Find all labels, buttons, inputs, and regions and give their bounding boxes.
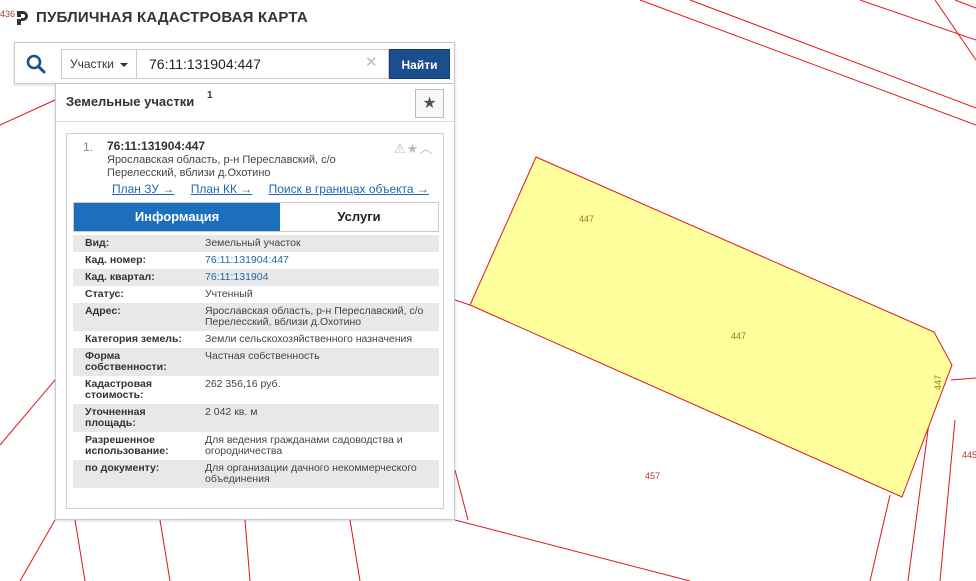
attribute-value: Ярославская область, р-н Переславский, с… xyxy=(193,303,439,331)
attribute-key: Вид: xyxy=(73,235,193,252)
attribute-row: Уточненная площадь: 2 042 кв. м xyxy=(73,404,439,432)
plan-kk-link[interactable]: План КК → xyxy=(191,182,253,196)
card-actions: ⚠★︿ xyxy=(394,138,433,157)
object-type-label: Участки xyxy=(70,57,114,71)
close-icon[interactable]: ✕ xyxy=(365,55,378,71)
parcel-label: 445 xyxy=(962,450,976,460)
attribute-key: Адрес: xyxy=(73,303,193,331)
selected-parcel xyxy=(469,156,953,498)
attribute-value[interactable]: 76:11:131904 xyxy=(193,269,439,286)
parcel-label: 447 xyxy=(731,331,746,341)
attribute-value: 262 356,16 руб. xyxy=(193,376,439,404)
search-bar: Участки ✕ Найти xyxy=(14,42,455,84)
chevron-up-icon[interactable]: ︿ xyxy=(419,141,433,156)
panel-header: Земельные участки 1 ★ xyxy=(56,84,454,122)
attribute-row: Вид: Земельный участок xyxy=(73,235,439,252)
result-cad-number[interactable]: 76:11:131904:447 xyxy=(107,139,205,153)
panel-title: Земельные участки xyxy=(66,94,195,109)
caret-down-icon xyxy=(120,63,128,67)
result-tabs: Информация Услуги xyxy=(73,202,439,232)
tab-info[interactable]: Информация xyxy=(74,203,280,231)
attribute-row: Категория земель: Земли сельскохозяйствен… xyxy=(73,331,439,348)
favorites-button[interactable]: ★ xyxy=(415,89,444,118)
attribute-row: Адрес: Ярославская область, р-н Переславс… xyxy=(73,303,439,331)
attribute-value: Для организации дачного некоммерческого … xyxy=(193,460,439,488)
attribute-key: Кад. номер: xyxy=(73,252,193,269)
attribute-row: Разрешенное использование: Для ведения гр… xyxy=(73,432,439,460)
attribute-key: Уточненная площадь: xyxy=(73,404,193,432)
object-type-select[interactable]: Участки xyxy=(61,49,137,79)
attribute-key: Кадастровая стоимость: xyxy=(73,376,193,404)
attribute-value: Земельный участок xyxy=(193,235,439,252)
attribute-key: Форма собственности: xyxy=(73,348,193,376)
card-links: План ЗУ → План КК → Поиск в границах объ… xyxy=(112,182,442,196)
attribute-value: Частная собственность xyxy=(193,348,439,376)
attribute-value: 2 042 кв. м xyxy=(193,404,439,432)
search-in-bounds-link[interactable]: Поиск в границах объекта → xyxy=(269,182,429,196)
star-icon[interactable]: ★ xyxy=(407,141,420,156)
attribute-key: Кад. квартал: xyxy=(73,269,193,286)
attribute-row: Кад. квартал: 76:11:131904 xyxy=(73,269,439,286)
results-count: 1 xyxy=(207,90,213,101)
results-panel: Земельные участки 1 ★ 1. 76:11:131904:44… xyxy=(55,84,455,520)
attribute-value: Учтенный xyxy=(193,286,439,303)
star-icon: ★ xyxy=(422,95,437,112)
attribute-row: Кад. номер: 76:11:131904:447 xyxy=(73,252,439,269)
attribute-key: Категория земель: xyxy=(73,331,193,348)
attribute-key: Статус: xyxy=(73,286,193,303)
warning-icon[interactable]: ⚠ xyxy=(394,141,407,156)
result-card: 1. 76:11:131904:447 Ярославская область,… xyxy=(66,133,444,509)
attribute-row: по документу: Для организации дачного нек… xyxy=(73,460,439,488)
search-icon[interactable] xyxy=(25,53,47,75)
attribute-value[interactable]: 76:11:131904:447 xyxy=(193,252,439,269)
search-input[interactable] xyxy=(137,49,389,79)
parcel-label: 447 xyxy=(933,375,943,390)
app-title: ПУБЛИЧНАЯ КАДАСТРОВАЯ КАРТА xyxy=(36,9,308,26)
attribute-key: по документу: xyxy=(73,460,193,488)
attribute-value: Земли сельскохозяйственного назначения xyxy=(193,331,439,348)
result-index: 1. xyxy=(83,140,94,154)
find-button[interactable]: Найти xyxy=(389,49,450,79)
attribute-row: Статус: Учтенный xyxy=(73,286,439,303)
attribute-row: Кадастровая стоимость: 262 356,16 руб. xyxy=(73,376,439,404)
attribute-row: Форма собственности: Частная собственност… xyxy=(73,348,439,376)
attributes-table: Вид: Земельный участок Кад. номер: 76:11:13… xyxy=(73,235,439,488)
plan-zu-link[interactable]: План ЗУ → xyxy=(112,182,174,196)
parcel-label: 457 xyxy=(645,471,660,481)
attribute-key: Разрешенное использование: xyxy=(73,432,193,460)
logo-icon xyxy=(17,11,28,25)
parcel-label: 447 xyxy=(579,214,594,224)
result-address: Ярославская область, р-н Переславский, с… xyxy=(107,154,336,179)
parcel-label: 436 xyxy=(0,9,15,19)
tab-services[interactable]: Услуги xyxy=(280,203,438,231)
attribute-value: Для ведения гражданами садоводства и ого… xyxy=(193,432,439,460)
